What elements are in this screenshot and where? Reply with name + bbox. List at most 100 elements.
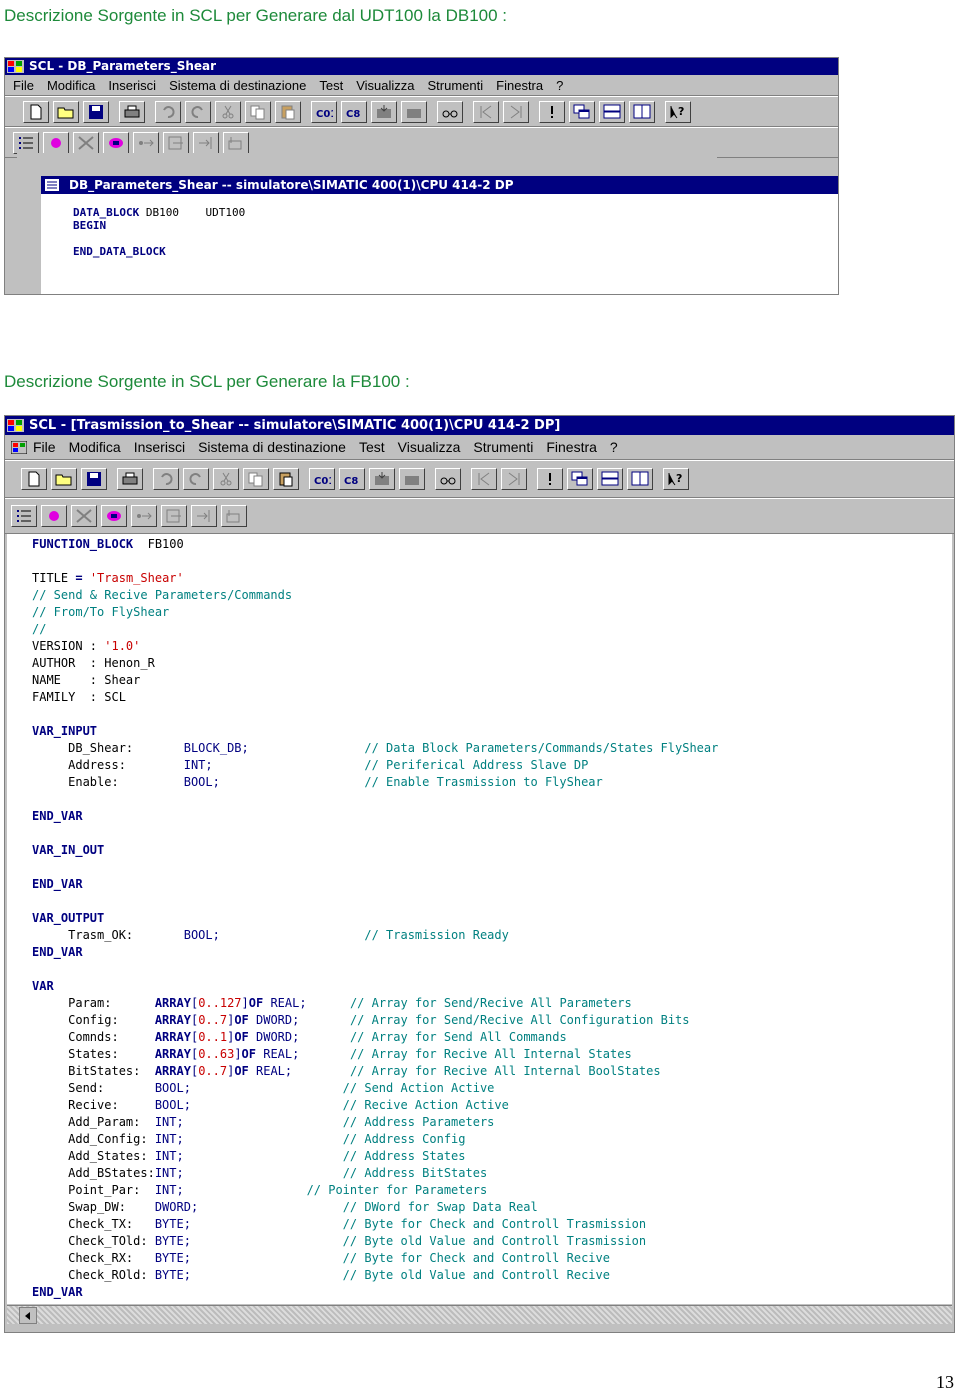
monitor-button[interactable] — [435, 468, 461, 490]
tile-h-button[interactable] — [597, 468, 623, 490]
menu-test[interactable]: Test — [319, 78, 343, 93]
tile-h-button[interactable] — [599, 100, 625, 123]
step-button[interactable] — [133, 131, 159, 154]
menu-finestra[interactable]: Finestra — [496, 78, 543, 93]
open-button[interactable] — [51, 468, 77, 490]
new-button[interactable] — [21, 468, 47, 490]
tile-v-button[interactable] — [629, 100, 655, 123]
list-button[interactable] — [13, 131, 39, 154]
menu-file[interactable]: File — [13, 78, 34, 93]
upload-button[interactable] — [399, 468, 425, 490]
breakpoint-button[interactable] — [41, 505, 67, 527]
new-doc-icon — [30, 104, 42, 119]
redo-button[interactable] — [185, 100, 211, 123]
open-button[interactable] — [53, 100, 79, 123]
menu-finestra[interactable]: Finestra — [546, 439, 597, 455]
number-literal: 0..7 — [198, 1064, 228, 1078]
keyword: ARRAY — [154, 1047, 191, 1061]
alert-button[interactable] — [537, 468, 563, 490]
keyword: = — [75, 571, 83, 585]
run-to-cursor-button[interactable] — [223, 131, 249, 154]
scroll-left-button[interactable] — [19, 1307, 37, 1324]
compile2-button[interactable]: C8 — [339, 468, 365, 490]
step-button[interactable] — [131, 505, 157, 527]
run-to-cursor-icon — [228, 136, 242, 149]
monitor-button[interactable] — [437, 100, 463, 123]
menu-test[interactable]: Test — [359, 439, 385, 455]
arrow-left-icon — [25, 1311, 30, 1320]
step-in-button[interactable] — [163, 131, 189, 154]
code-text: FAMILY : SCL — [32, 690, 126, 704]
code-editor[interactable]: DATA_BLOCK DB100 UDT100 BEGIN END_DATA_B… — [41, 194, 838, 294]
cascade-button[interactable] — [567, 468, 593, 490]
menu-visualizza[interactable]: Visualizza — [356, 78, 414, 93]
code-text: Config: — [32, 1013, 155, 1027]
menu-strumenti[interactable]: Strumenti — [473, 439, 533, 455]
last-button[interactable] — [503, 100, 529, 123]
paste-button[interactable] — [275, 100, 301, 123]
print-button[interactable] — [117, 468, 143, 490]
keyword: VAR_INPUT — [32, 724, 98, 738]
menu-modifica[interactable]: Modifica — [47, 78, 95, 93]
undo-icon — [161, 473, 173, 485]
undo-button[interactable] — [153, 468, 179, 490]
menu-help[interactable]: ? — [556, 78, 563, 93]
list-button[interactable] — [11, 505, 37, 527]
horizontal-scrollbar[interactable] — [7, 1305, 952, 1324]
menu-visualizza[interactable]: Visualizza — [398, 439, 461, 455]
copy-button[interactable] — [245, 100, 271, 123]
save-button[interactable] — [81, 468, 107, 490]
copy-button[interactable] — [243, 468, 269, 490]
cut-button[interactable] — [213, 468, 239, 490]
menu-sistema[interactable]: Sistema di destinazione — [198, 439, 346, 455]
help-button[interactable]: ? — [665, 100, 691, 123]
compile-icon: C01 — [316, 109, 333, 120]
first-button[interactable] — [473, 100, 499, 123]
clear-breakpoints-button[interactable] — [71, 505, 97, 527]
save-button[interactable] — [83, 100, 109, 123]
download-button[interactable] — [369, 468, 395, 490]
run-to-cursor-button[interactable] — [221, 505, 247, 527]
document-menu-icon[interactable] — [11, 440, 27, 454]
cut-button[interactable] — [215, 100, 241, 123]
print-button[interactable] — [119, 100, 145, 123]
menu-strumenti[interactable]: Strumenti — [428, 78, 484, 93]
upload-button[interactable] — [401, 100, 427, 123]
menu-inserisci[interactable]: Inserisci — [134, 439, 185, 455]
code-editor[interactable]: FUNCTION_BLOCK FB100 TITLE = 'Trasm_Shea… — [7, 534, 952, 1304]
step-out-button[interactable] — [193, 131, 219, 154]
copy-icon — [250, 105, 265, 119]
cascade-button[interactable] — [569, 100, 595, 123]
code-comment: // Address Config — [342, 1132, 466, 1146]
alert-button[interactable] — [539, 100, 565, 123]
undo-button[interactable] — [155, 100, 181, 123]
code-text: Check_ROld: — [32, 1268, 155, 1282]
last-button[interactable] — [501, 468, 527, 490]
tile-v-button[interactable] — [627, 468, 653, 490]
menu-sistema[interactable]: Sistema di destinazione — [169, 78, 306, 93]
compile-button[interactable]: C01 — [309, 468, 335, 490]
first-button[interactable] — [471, 468, 497, 490]
menu-inserisci[interactable]: Inserisci — [108, 78, 156, 93]
clear-breakpoints-button[interactable] — [73, 131, 99, 154]
glasses-icon — [440, 477, 456, 485]
help-button[interactable]: ? — [663, 468, 689, 490]
activate-breakpoints-button[interactable] — [103, 131, 129, 154]
new-button[interactable] — [23, 100, 49, 123]
breakpoint-button[interactable] — [43, 131, 69, 154]
step-in-button[interactable] — [161, 505, 187, 527]
download-button[interactable] — [371, 100, 397, 123]
paste-button[interactable] — [273, 468, 299, 490]
paste-icon — [281, 105, 295, 119]
clear-breakpoints-icon — [76, 509, 92, 523]
compile2-button[interactable]: C8 — [341, 100, 367, 123]
menu-help[interactable]: ? — [610, 439, 618, 455]
menu-file[interactable]: File — [33, 439, 56, 455]
activate-breakpoints-button[interactable] — [101, 505, 127, 527]
redo-button[interactable] — [183, 468, 209, 490]
step-out-button[interactable] — [191, 505, 217, 527]
step-icon — [139, 139, 154, 146]
menu-modifica[interactable]: Modifica — [69, 439, 121, 455]
compile-button[interactable]: C01 — [311, 100, 337, 123]
